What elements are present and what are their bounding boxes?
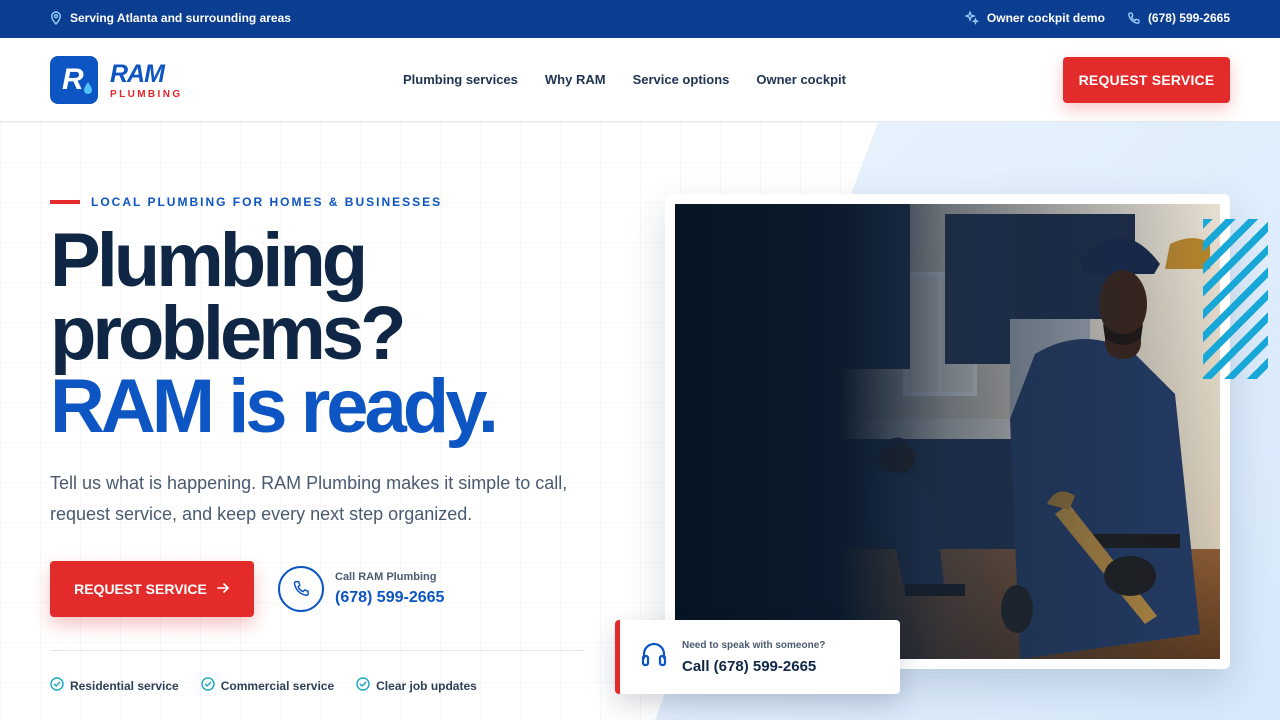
feature-label: Residential service bbox=[70, 678, 179, 693]
main-nav: Plumbing services Why RAM Service option… bbox=[403, 72, 846, 87]
callout-number: Call (678) 599-2665 bbox=[682, 657, 817, 675]
request-service-button[interactable]: REQUEST SERVICE bbox=[1063, 57, 1230, 103]
speak-callout[interactable]: Need to speak with someone? Call (678) 5… bbox=[615, 620, 900, 694]
phone-icon bbox=[278, 566, 324, 612]
water-drop-icon bbox=[82, 81, 94, 100]
nav-item-owner-cockpit[interactable]: Owner cockpit bbox=[756, 72, 846, 87]
feature-item: Residential service bbox=[50, 677, 179, 694]
call-number: (678) 599-2665 bbox=[335, 589, 445, 606]
feature-item: Commercial service bbox=[201, 677, 334, 694]
brand-tagline: PLUMBING bbox=[110, 88, 183, 100]
top-bar: Serving Atlanta and surrounding areas Ow… bbox=[0, 0, 1280, 38]
plumber-photo bbox=[675, 204, 1220, 659]
nav-item-plumbing-services[interactable]: Plumbing services bbox=[403, 72, 518, 87]
arrow-right-icon bbox=[217, 581, 230, 597]
eyebrow-text: LOCAL PLUMBING FOR HOMES & BUSINESSES bbox=[91, 195, 443, 209]
service-area: Serving Atlanta and surrounding areas bbox=[50, 11, 291, 25]
topbar-phone-link[interactable]: (678) 599-2665 bbox=[1127, 11, 1230, 25]
owner-demo-link[interactable]: Owner cockpit demo bbox=[964, 11, 1105, 25]
site-header: R RAM PLUMBING Plumbing services Why RAM… bbox=[0, 38, 1280, 122]
check-circle-icon bbox=[50, 677, 64, 694]
eyebrow-accent-bar bbox=[50, 200, 80, 204]
hero-section: LOCAL PLUMBING FOR HOMES & BUSINESSES Pl… bbox=[0, 122, 1280, 720]
hero-description: Tell us what is happening. RAM Plumbing … bbox=[50, 473, 568, 524]
hero-image-card bbox=[665, 194, 1230, 669]
feature-item: Clear job updates bbox=[356, 677, 477, 694]
feature-list: Residential service Commercial service C… bbox=[50, 677, 477, 694]
headline-line-2: problems? bbox=[50, 291, 406, 376]
headline-line-3: RAM is ready. bbox=[50, 364, 499, 449]
sparkle-icon bbox=[964, 11, 979, 25]
nav-item-service-options[interactable]: Service options bbox=[633, 72, 730, 87]
brand-name: RAM bbox=[110, 59, 165, 88]
nav-item-why-ram[interactable]: Why RAM bbox=[545, 72, 606, 87]
check-circle-icon bbox=[356, 677, 370, 694]
hero-eyebrow: LOCAL PLUMBING FOR HOMES & BUSINESSES bbox=[50, 195, 442, 209]
headline-line-1: Plumbing bbox=[50, 218, 368, 303]
map-pin-icon bbox=[50, 11, 62, 25]
check-circle-icon bbox=[201, 677, 215, 694]
hero-divider bbox=[50, 650, 584, 651]
feature-label: Commercial service bbox=[220, 678, 335, 693]
decorative-stripes bbox=[1203, 219, 1268, 379]
logo-letter: R bbox=[62, 63, 84, 96]
phone-icon bbox=[1127, 11, 1140, 25]
hero-request-service-button[interactable]: REQUEST SERVICE bbox=[50, 561, 254, 617]
feature-label: Clear job updates bbox=[376, 678, 477, 693]
owner-demo-label: Owner cockpit demo bbox=[986, 11, 1105, 25]
call-label: Call RAM Plumbing bbox=[335, 571, 437, 583]
callout-label: Need to speak with someone? bbox=[682, 639, 826, 651]
logo-mark: R bbox=[50, 56, 98, 104]
brand-logo[interactable]: R RAM PLUMBING bbox=[50, 56, 183, 104]
headset-icon bbox=[640, 641, 668, 674]
topbar-phone-number: (678) 599-2665 bbox=[1147, 11, 1230, 25]
hero-call-link[interactable]: Call RAM Plumbing (678) 599-2665 bbox=[278, 566, 444, 612]
hero-cta-label: REQUEST SERVICE bbox=[74, 581, 207, 597]
service-area-text: Serving Atlanta and surrounding areas bbox=[70, 11, 291, 25]
hero-headline: Plumbing problems? RAM is ready. bbox=[50, 218, 499, 449]
